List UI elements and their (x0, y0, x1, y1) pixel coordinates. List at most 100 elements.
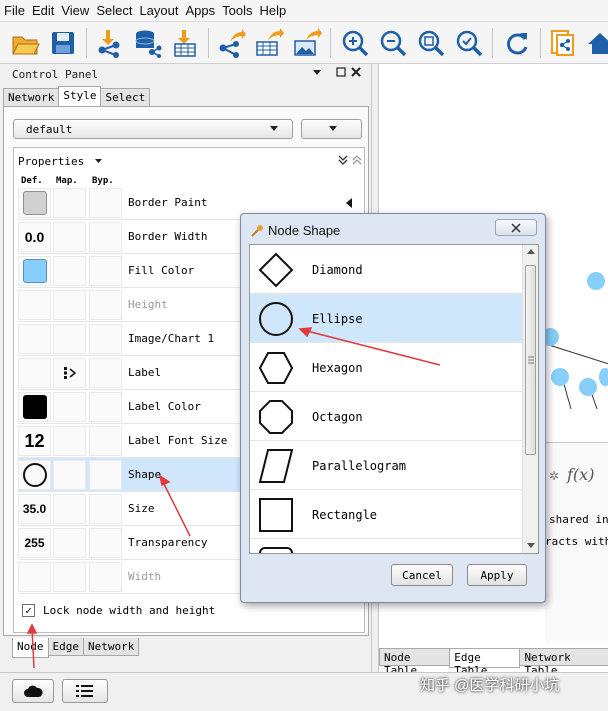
mapping-cell[interactable] (53, 494, 86, 524)
function-builder-button[interactable]: f(x) (567, 465, 594, 484)
mapping-cell[interactable] (53, 256, 86, 286)
menu-view[interactable]: View (61, 3, 89, 18)
import-network-icon[interactable] (94, 28, 124, 58)
zoom-fit-icon[interactable] (416, 28, 446, 58)
lock-node-size-checkbox[interactable]: ✓ Lock node width and height (22, 604, 215, 617)
bypass-cell[interactable] (89, 324, 122, 354)
tab-network-style[interactable]: Network (83, 638, 140, 656)
default-value-cell[interactable] (18, 392, 51, 422)
tab-network-table[interactable]: Network Table (519, 648, 608, 677)
shape-option-parallelogram[interactable]: Parallelogram (250, 441, 522, 490)
export-table-icon[interactable] (254, 28, 284, 58)
zoom-in-icon[interactable] (340, 28, 370, 58)
settings-icon[interactable]: ✲ (549, 469, 559, 483)
menu-file[interactable]: File (4, 3, 25, 18)
tab-node-table[interactable]: Node Table (379, 648, 451, 677)
default-value-cell[interactable]: 0.0 (18, 222, 51, 252)
expand-left-icon[interactable] (346, 197, 352, 211)
bypass-cell[interactable] (89, 188, 122, 218)
menu-layout[interactable]: Layout (139, 3, 178, 18)
mapping-cell[interactable] (53, 188, 86, 218)
zoom-selected-icon[interactable] (454, 28, 484, 58)
home-icon[interactable] (586, 28, 608, 58)
close-panel-icon[interactable] (351, 66, 361, 80)
expand-all-icon[interactable] (352, 154, 362, 168)
bypass-cell[interactable] (89, 528, 122, 558)
cloud-icon[interactable] (12, 679, 54, 703)
close-button[interactable] (495, 219, 537, 236)
default-value-cell[interactable] (18, 358, 51, 388)
menu-apps[interactable]: Apps (186, 3, 216, 18)
default-value-cell[interactable] (18, 290, 51, 320)
menu-tools[interactable]: Tools (222, 3, 252, 18)
bypass-cell[interactable] (89, 222, 122, 252)
style-dropdown[interactable]: default (13, 119, 293, 139)
mapping-cell[interactable] (53, 460, 86, 490)
default-value-cell[interactable] (18, 562, 51, 592)
tab-style[interactable]: Style (58, 86, 102, 106)
bypass-cell[interactable] (89, 256, 122, 286)
export-network-icon[interactable] (216, 28, 246, 58)
shape-option-ellipse[interactable]: Ellipse (250, 294, 522, 343)
menu-select[interactable]: Select (96, 3, 132, 18)
open-folder-icon[interactable] (10, 28, 40, 58)
tab-edge-table[interactable]: Edge Table (449, 648, 521, 677)
bypass-cell[interactable] (89, 460, 122, 490)
shape-option-partial[interactable] (250, 539, 522, 553)
save-icon[interactable] (48, 28, 78, 58)
bypass-cell[interactable] (89, 426, 122, 456)
export-image-icon[interactable] (292, 28, 322, 58)
bypass-cell[interactable] (89, 358, 122, 388)
mapping-cell[interactable] (53, 324, 86, 354)
mapping-cell[interactable] (53, 358, 86, 388)
checkbox-icon[interactable]: ✓ (22, 604, 35, 617)
task-list-icon[interactable] (62, 679, 108, 703)
default-value-cell[interactable] (18, 324, 51, 354)
collapse-all-icon[interactable] (338, 154, 348, 168)
default-value-cell[interactable]: 12 (18, 426, 51, 456)
default-value-cell[interactable] (18, 188, 51, 218)
bypass-cell[interactable] (89, 392, 122, 422)
menu-help[interactable]: Help (260, 3, 287, 18)
bypass-cell[interactable] (89, 562, 122, 592)
network-node[interactable] (551, 368, 569, 386)
shape-option-diamond[interactable]: Diamond (250, 245, 522, 294)
mapping-cell[interactable] (53, 392, 86, 422)
scroll-thumb[interactable] (525, 265, 536, 455)
style-options-button[interactable] (301, 119, 362, 139)
scroll-up-icon[interactable] (527, 249, 535, 255)
network-node[interactable] (587, 272, 605, 290)
mapping-cell[interactable] (53, 222, 86, 252)
default-value-cell[interactable]: 35.0 (18, 494, 51, 524)
new-session-icon[interactable] (548, 28, 578, 58)
bypass-cell[interactable] (89, 494, 122, 524)
zoom-out-icon[interactable] (378, 28, 408, 58)
panel-menu-icon[interactable] (312, 66, 322, 80)
network-node[interactable] (599, 368, 608, 386)
scroll-down-icon[interactable] (527, 543, 535, 549)
bypass-cell[interactable] (89, 290, 122, 320)
menu-edit[interactable]: Edit (32, 3, 54, 18)
shape-option-rectangle[interactable]: Rectangle (250, 490, 522, 539)
shape-option-octagon[interactable]: Octagon (250, 392, 522, 441)
cancel-button[interactable]: Cancel (391, 564, 453, 586)
mapping-cell[interactable] (53, 426, 86, 456)
float-panel-icon[interactable] (336, 66, 346, 80)
shape-option-hexagon[interactable]: Hexagon (250, 343, 522, 392)
mapping-cell[interactable] (53, 290, 86, 320)
default-value-cell[interactable] (18, 460, 51, 490)
tab-network[interactable]: Network (3, 88, 60, 106)
shape-list[interactable]: Diamond Ellipse Hexagon Octagon Parallel… (249, 244, 539, 554)
import-database-icon[interactable] (132, 28, 162, 58)
mapping-cell[interactable] (53, 528, 86, 558)
shape-list-scrollbar[interactable] (522, 245, 538, 553)
network-node[interactable] (579, 378, 597, 396)
apply-button[interactable]: Apply (467, 564, 527, 586)
refresh-icon[interactable] (502, 28, 532, 58)
import-table-icon[interactable] (170, 28, 200, 58)
mapping-cell[interactable] (53, 562, 86, 592)
tab-node[interactable]: Node (12, 638, 49, 658)
tab-edge[interactable]: Edge (47, 638, 84, 656)
default-value-cell[interactable]: 255 (18, 528, 51, 558)
default-value-cell[interactable] (18, 256, 51, 286)
